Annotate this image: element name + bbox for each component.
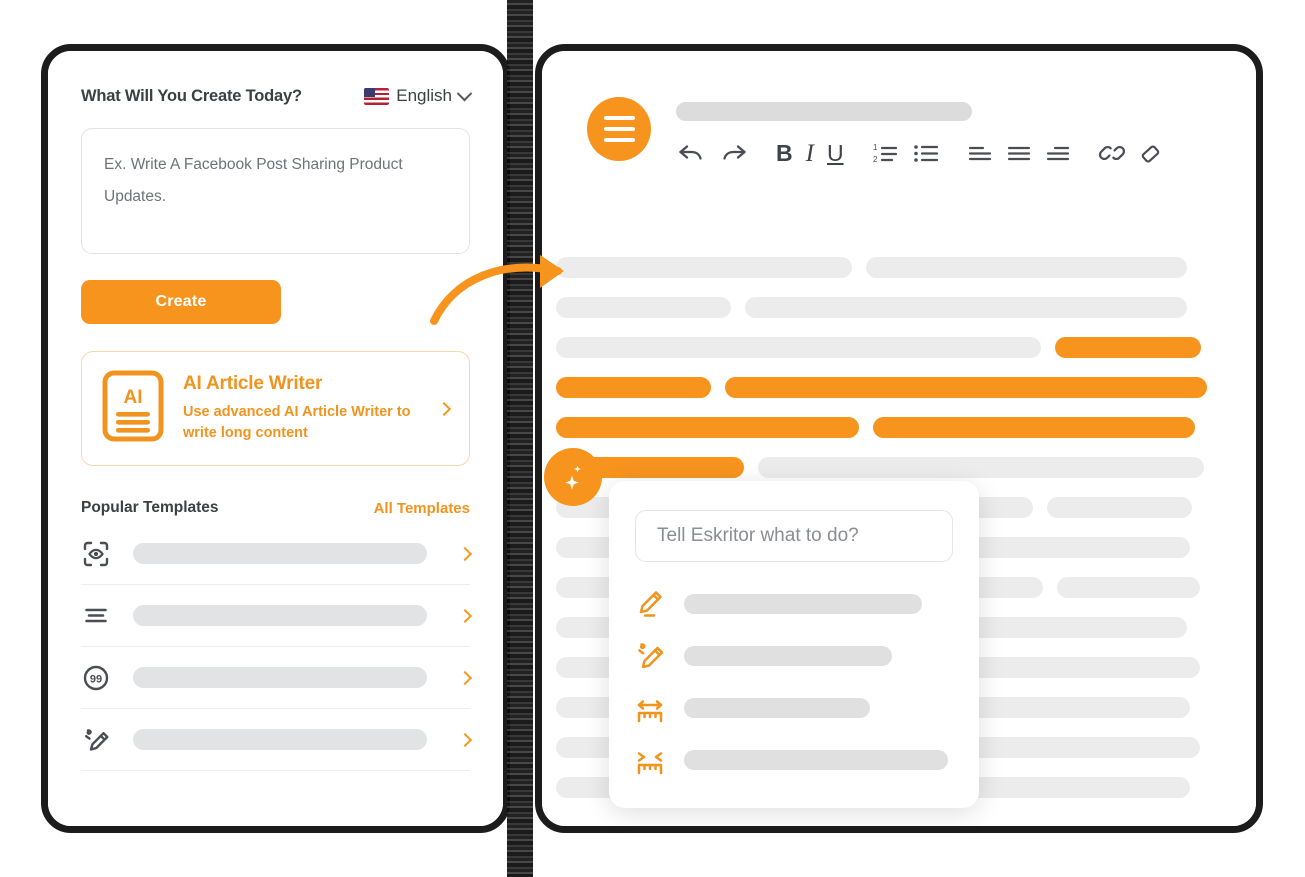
write-pencil-icon [635,588,665,620]
document-text-highlight [556,417,859,438]
document-text-placeholder [556,257,852,278]
template-list: 99 [81,523,473,771]
list-item[interactable] [635,630,953,682]
align-left-icon[interactable] [967,140,993,166]
document-text-highlight [873,417,1195,438]
chevron-right-icon [457,608,473,623]
prompt-input[interactable]: Ex. Write A Facebook Post Sharing Produc… [81,128,470,254]
list-item[interactable] [81,709,473,771]
prompt-placeholder: Ex. Write A Facebook Post Sharing Produc… [104,156,403,205]
italic-icon[interactable]: I [806,141,814,166]
svg-text:AI: AI [124,387,143,408]
document-text-placeholder [866,257,1187,278]
document-text-placeholder [1047,497,1192,518]
ordered-list-icon[interactable]: 1 2 [871,140,899,166]
eskritor-command-popup: Tell Eskritor what to do? [609,481,979,808]
action-label-placeholder [684,594,922,614]
chevron-right-icon [457,546,473,561]
popular-templates-header: Popular Templates All Templates [81,499,470,517]
formatting-toolbar: B I U 1 2 [676,140,1214,166]
panel-gap-strip [507,0,533,877]
undo-icon[interactable] [676,140,706,166]
popular-templates-title: Popular Templates [81,499,219,516]
us-flag-icon [364,87,390,105]
left-panel-header: What Will You Create Today? English [81,83,473,109]
align-right-icon[interactable] [1045,140,1071,166]
template-label-placeholder [133,667,427,688]
document-line [556,297,1242,318]
list-item[interactable] [635,734,953,786]
document-text-placeholder [556,297,731,318]
svg-text:99: 99 [90,673,102,685]
document-line [556,417,1242,438]
list-item[interactable] [635,578,953,630]
svg-text:1: 1 [873,143,878,152]
document-line [556,257,1242,278]
editor-header: B I U 1 2 [587,97,1214,166]
left-panel-content: What Will You Create Today? English Ex. … [81,83,473,771]
document-line [556,377,1242,398]
eskritor-action-list [635,578,953,786]
list-item[interactable] [635,682,953,734]
chevron-right-icon [457,732,473,747]
expand-length-icon [635,692,665,724]
language-selector[interactable]: English [364,85,473,106]
sparkle-icon[interactable] [544,448,602,506]
bold-icon[interactable]: B [776,141,793,165]
chevron-down-icon [456,85,473,101]
eskritor-command-input[interactable]: Tell Eskritor what to do? [635,510,953,562]
svg-text:2: 2 [873,155,878,164]
text-align-icon [81,601,111,631]
page-title: What Will You Create Today? [81,86,302,105]
action-label-placeholder [684,646,892,666]
shorten-length-icon [635,744,665,776]
ai-card-title: AI Article Writer [183,373,323,394]
template-label-placeholder [133,543,427,564]
document-text-placeholder [1057,577,1200,598]
all-templates-link[interactable]: All Templates [374,500,470,517]
list-item[interactable]: 99 [81,647,473,709]
document-text-placeholder [556,337,1041,358]
link-icon[interactable] [1098,140,1126,166]
quote-99-icon: 99 [81,663,111,693]
action-label-placeholder [684,750,948,770]
document-line [556,457,1242,478]
document-text-placeholder [745,297,1187,318]
eskritor-input-placeholder: Tell Eskritor what to do? [657,525,859,546]
chevron-right-icon [436,401,452,416]
bullet-list-icon[interactable] [912,140,940,166]
action-label-placeholder [684,698,870,718]
scan-eye-icon [81,539,111,569]
rewrite-pencil-icon [81,725,111,755]
list-item[interactable] [81,523,473,585]
ai-card-text: AI Article Writer Use advanced AI Articl… [183,373,420,444]
template-label-placeholder [133,605,427,626]
document-line [556,337,1242,358]
align-center-icon[interactable] [1006,140,1032,166]
left-panel-frame: What Will You Create Today? English Ex. … [41,44,510,833]
document-text-highlight [1055,337,1201,358]
hamburger-menu-icon[interactable] [587,97,651,161]
editor-header-right: B I U 1 2 [676,97,1214,166]
left-panel: What Will You Create Today? English Ex. … [48,51,503,826]
redo-icon[interactable] [719,140,749,166]
create-button[interactable]: Create [81,280,281,324]
chevron-right-icon [457,670,473,685]
app-stage: What Will You Create Today? English Ex. … [0,0,1305,877]
eraser-icon[interactable] [1139,140,1165,166]
document-text-highlight [725,377,1207,398]
document-title-placeholder [676,102,972,121]
language-label: English [396,86,452,105]
ai-article-writer-card[interactable]: AI AI Article Writer Use advanced AI Art… [81,351,470,466]
underline-icon[interactable]: U [827,141,844,165]
list-item[interactable] [81,585,473,647]
template-label-placeholder [133,729,427,750]
document-text-placeholder [758,457,1204,478]
rewrite-pencil-icon [635,640,665,672]
ai-document-icon: AI [102,370,164,447]
document-text-highlight [556,377,711,398]
ai-card-description: Use advanced AI Article Writer to write … [183,404,411,441]
